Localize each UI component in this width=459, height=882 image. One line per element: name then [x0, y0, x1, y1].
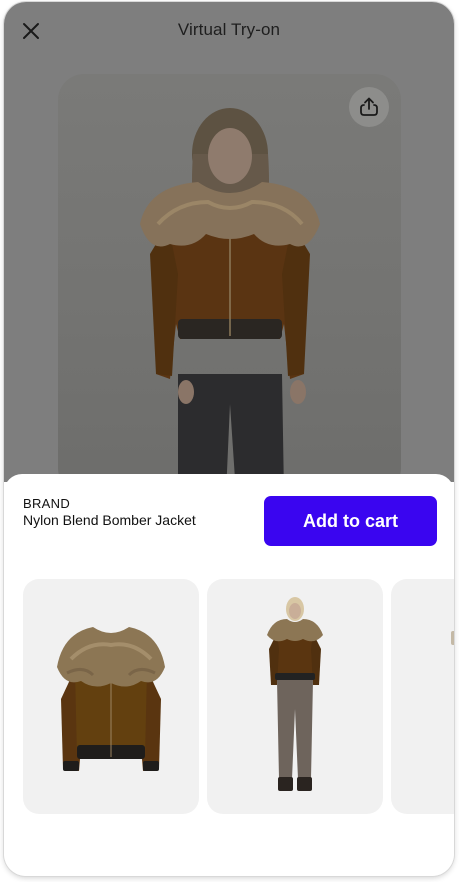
jacket-product-image	[57, 627, 165, 771]
model-full-look-image	[267, 597, 323, 791]
share-icon	[360, 97, 378, 116]
product-name: Nylon Blend Bomber Jacket	[23, 512, 196, 528]
model-photo-illustration	[140, 108, 320, 494]
carousel-item-partial[interactable]	[391, 579, 454, 814]
app-screen: Virtual Try-on BRAND Nylon Blend Bomber …	[4, 2, 454, 876]
image-carousel[interactable]	[23, 579, 454, 814]
brand-label: BRAND	[23, 496, 71, 511]
try-on-backdrop: Virtual Try-on	[4, 2, 454, 494]
try-on-photo	[58, 74, 401, 494]
partial-look-image	[451, 631, 454, 645]
product-sheet: BRAND Nylon Blend Bomber Jacket Add to c…	[4, 474, 454, 876]
carousel-item-model[interactable]	[207, 579, 383, 814]
page-title: Virtual Try-on	[177, 20, 281, 39]
carousel-item-jacket[interactable]	[23, 579, 199, 814]
share-button[interactable]	[349, 87, 389, 127]
add-to-cart-button[interactable]: Add to cart	[264, 496, 437, 546]
